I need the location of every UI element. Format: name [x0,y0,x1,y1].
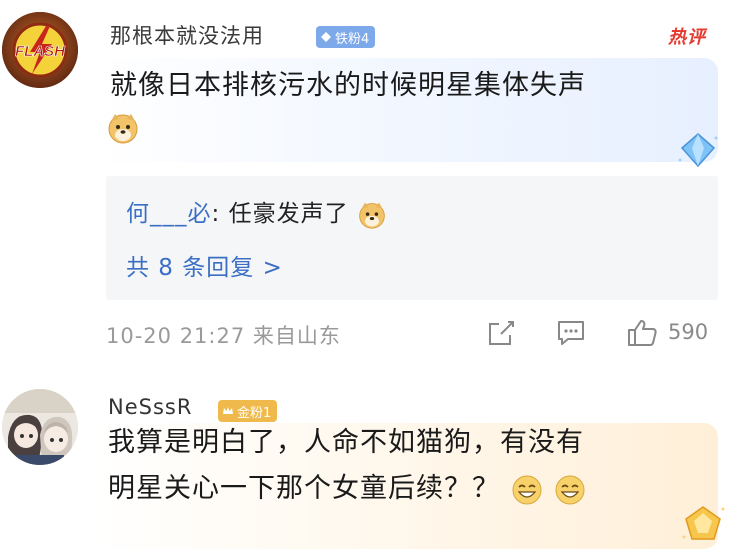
reply-username[interactable]: 何___必 [126,201,212,227]
hot-comment-label: 热评 [668,27,706,48]
gold-gem-decoration-icon [682,506,725,540]
blue-diamond-decoration-icon [678,133,718,168]
share-icon[interactable] [486,318,516,348]
comment-text-line: 明星关心一下那个女童后续？？ [108,473,500,504]
comment-item: FLASH 那根本就没法用 铁粉4 热评 就像日本排核污水的时候明星集体失声 何… [0,0,736,383]
grin-emoji-icon [512,475,542,504]
comment-text-line: 我算是明白了，人命不如猫狗，有没有 [108,427,584,458]
like-count: 590 [668,320,709,344]
grin-emoji-icon [555,475,585,504]
username[interactable]: 那根本就没法用 [110,20,264,50]
badge-label: 铁粉4 [335,31,370,47]
diamond-icon [321,32,331,42]
svg-text:FLASH: FLASH [15,43,66,60]
user-avatar[interactable]: FLASH [2,12,78,88]
badge-label: 金粉1 [237,405,272,421]
username[interactable]: NeSssR [108,395,192,419]
reply-line: 何___必: 任豪发声了 [126,194,387,230]
reply-preview[interactable]: 何___必: 任豪发声了 共 8 条回复 > [106,176,718,300]
fan-badge[interactable]: 金粉1 [218,400,278,422]
crown-icon [223,407,233,414]
fan-badge[interactable]: 铁粉4 [316,26,376,48]
comment-item: NeSssR 金粉1 我算是明白了，人命不如猫狗，有没有 明星关心一下那个女童后… [0,383,736,549]
thumbs-up-icon[interactable] [626,318,658,348]
comment-timestamp: 10-20 21:27 来自山东 [106,324,341,348]
doge-emoji-icon [359,202,385,229]
emoji-line [106,111,140,145]
view-replies-link[interactable]: 共 8 条回复 > [126,248,283,282]
reply-text: 任豪发声了 [228,201,349,227]
flash-logo-icon: FLASH [2,12,78,88]
comment-icon[interactable] [556,318,586,348]
anime-girls-avatar-icon [2,389,78,465]
comment-text-line-with-emoji: 明星关心一下那个女童后续？？ [108,469,708,509]
user-avatar[interactable] [2,389,78,465]
comment-text: 就像日本排核污水的时候明星集体失声 [110,70,586,101]
comment-text: 我算是明白了，人命不如猫狗，有没有 明星关心一下那个女童后续？？ [108,423,708,509]
doge-emoji-icon [108,114,138,144]
reply-separator: : [211,201,221,227]
